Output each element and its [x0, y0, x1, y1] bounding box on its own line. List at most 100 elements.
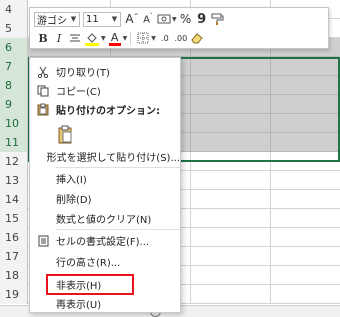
fill-color-swatch [85, 42, 99, 46]
menu-item-clear-contents[interactable]: 数式と値のクリア(N) [30, 209, 180, 228]
currency-icon [157, 14, 171, 24]
cell-divider [270, 171, 271, 190]
chevron-down-icon[interactable]: ▼ [172, 16, 177, 23]
menu-item-format-cells[interactable]: セルの書式設定(F)... [30, 231, 180, 250]
toolbar-divider [130, 31, 132, 45]
chevron-down-icon[interactable]: ▼ [151, 35, 156, 42]
font-color-icon: A [110, 31, 119, 44]
font-color-swatch [108, 42, 121, 46]
row-header[interactable]: 8 [0, 76, 28, 95]
row-header[interactable]: 15 [0, 209, 28, 228]
comma-style-button[interactable]: 9 [195, 12, 209, 27]
cell-divider [190, 285, 191, 304]
menu-item-label: 挿入(I) [56, 175, 87, 186]
cell-divider [190, 171, 191, 190]
cell-divider [270, 152, 271, 171]
menu-item-insert[interactable]: 挿入(I) [30, 169, 180, 188]
align-center-icon [70, 34, 80, 41]
row-header[interactable]: 19 [0, 285, 28, 304]
scissors-icon [30, 62, 56, 81]
cell-divider [270, 247, 271, 266]
borders-icon [137, 32, 149, 44]
row-header[interactable]: 9 [0, 95, 28, 114]
row-header[interactable]: 13 [0, 171, 28, 190]
center-align-button[interactable] [68, 31, 82, 46]
row-header[interactable]: 14 [0, 190, 28, 209]
row-header[interactable]: 10 [0, 114, 28, 133]
row-header[interactable]: 17 [0, 247, 28, 266]
fill-bucket-icon [87, 33, 97, 43]
font-color-button[interactable]: A [108, 31, 122, 46]
row-header[interactable]: 16 [0, 228, 28, 247]
cell-divider [190, 247, 191, 266]
row-header[interactable]: 12 [0, 152, 28, 171]
menu-item-unhide[interactable]: 再表示(U) [30, 294, 180, 313]
menu-item-paste-special[interactable]: 形式を選択して貼り付け(S)... [30, 147, 180, 166]
chevron-down-icon[interactable]: ▼ [101, 35, 106, 42]
cell-divider [190, 209, 191, 228]
cell-divider [270, 76, 271, 95]
increase-decimal-icon: .0 [161, 33, 169, 43]
eraser-icon [191, 33, 203, 44]
cell-divider [190, 190, 191, 209]
row-header[interactable]: 4 [0, 0, 28, 19]
hide-highlight-box [46, 274, 134, 295]
paste-options-icon [30, 100, 56, 119]
menu-item-paste-options: 貼り付けのオプション: [30, 100, 180, 119]
menu-separator [56, 229, 180, 230]
menu-item-row-height[interactable]: 行の高さ(R)... [30, 252, 180, 271]
cell-divider [190, 114, 191, 133]
percent-style-button[interactable]: % [179, 12, 193, 27]
cell-divider [270, 209, 271, 228]
menu-item-cut[interactable]: 切り取り(T) [30, 62, 180, 81]
menu-item-label: 行の高さ(R)... [56, 258, 121, 269]
cell-divider [270, 95, 271, 114]
increase-decimal-button[interactable]: .0 [158, 31, 172, 46]
format-painter-icon [211, 13, 224, 25]
font-name-combo[interactable]: 游ゴシック ▼ [34, 11, 80, 27]
increase-font-size-button[interactable]: A^ [125, 12, 139, 27]
chevron-down-icon[interactable]: ▼ [109, 15, 120, 23]
bold-button[interactable]: B [36, 31, 50, 46]
format-painter-button[interactable] [211, 12, 225, 27]
menu-item-label: 貼り付けのオプション: [56, 106, 160, 117]
menu-item-paste-button[interactable] [30, 122, 180, 146]
font-size-combo[interactable]: 11 ▼ [83, 11, 121, 27]
row-header[interactable]: 18 [0, 266, 28, 285]
cell-divider [190, 152, 191, 171]
format-cells-icon [30, 231, 56, 250]
cell-divider [270, 266, 271, 285]
chevron-down-icon[interactable]: ▼ [68, 15, 79, 23]
bold-icon: B [38, 31, 48, 45]
italic-button[interactable]: I [52, 31, 66, 46]
cell-divider [270, 114, 271, 133]
cell-divider [190, 95, 191, 114]
clear-formatting-button[interactable] [190, 31, 204, 46]
cell-divider [270, 57, 271, 76]
menu-item-copy[interactable]: コピー(C) [30, 81, 180, 100]
row-header[interactable]: 6 [0, 38, 28, 57]
menu-item-label: 再表示(U) [56, 300, 102, 311]
fill-color-button[interactable] [84, 31, 100, 46]
decrease-decimal-button[interactable]: .00 [174, 31, 188, 46]
paste-clipboard-icon[interactable] [56, 123, 74, 145]
row-header[interactable]: 5 [0, 19, 28, 38]
currency-format-button[interactable]: ▼ [157, 12, 177, 27]
cell-divider [270, 190, 271, 209]
row-header[interactable]: 7 [0, 57, 28, 76]
italic-icon: I [56, 31, 62, 45]
menu-item-label: 切り取り(T) [56, 68, 110, 79]
cell-divider [190, 133, 191, 152]
context-menu: 切り取り(T) コピー(C) 貼り付けのオプション: 形式を選択して貼り付け(S… [29, 57, 181, 313]
cell-divider [190, 76, 191, 95]
comma-icon: 9 [197, 11, 207, 27]
decrease-decimal-icon: .00 [174, 33, 188, 43]
chevron-down-icon[interactable]: ▼ [123, 35, 128, 42]
cell-divider [190, 228, 191, 247]
row-header[interactable]: 11 [0, 133, 28, 152]
increase-font-icon: A^ [125, 12, 139, 26]
menu-item-delete[interactable]: 削除(D) [30, 189, 180, 208]
cell-divider [190, 266, 191, 285]
decrease-font-size-button[interactable]: Aˇ [141, 12, 155, 27]
borders-button[interactable] [136, 31, 150, 46]
